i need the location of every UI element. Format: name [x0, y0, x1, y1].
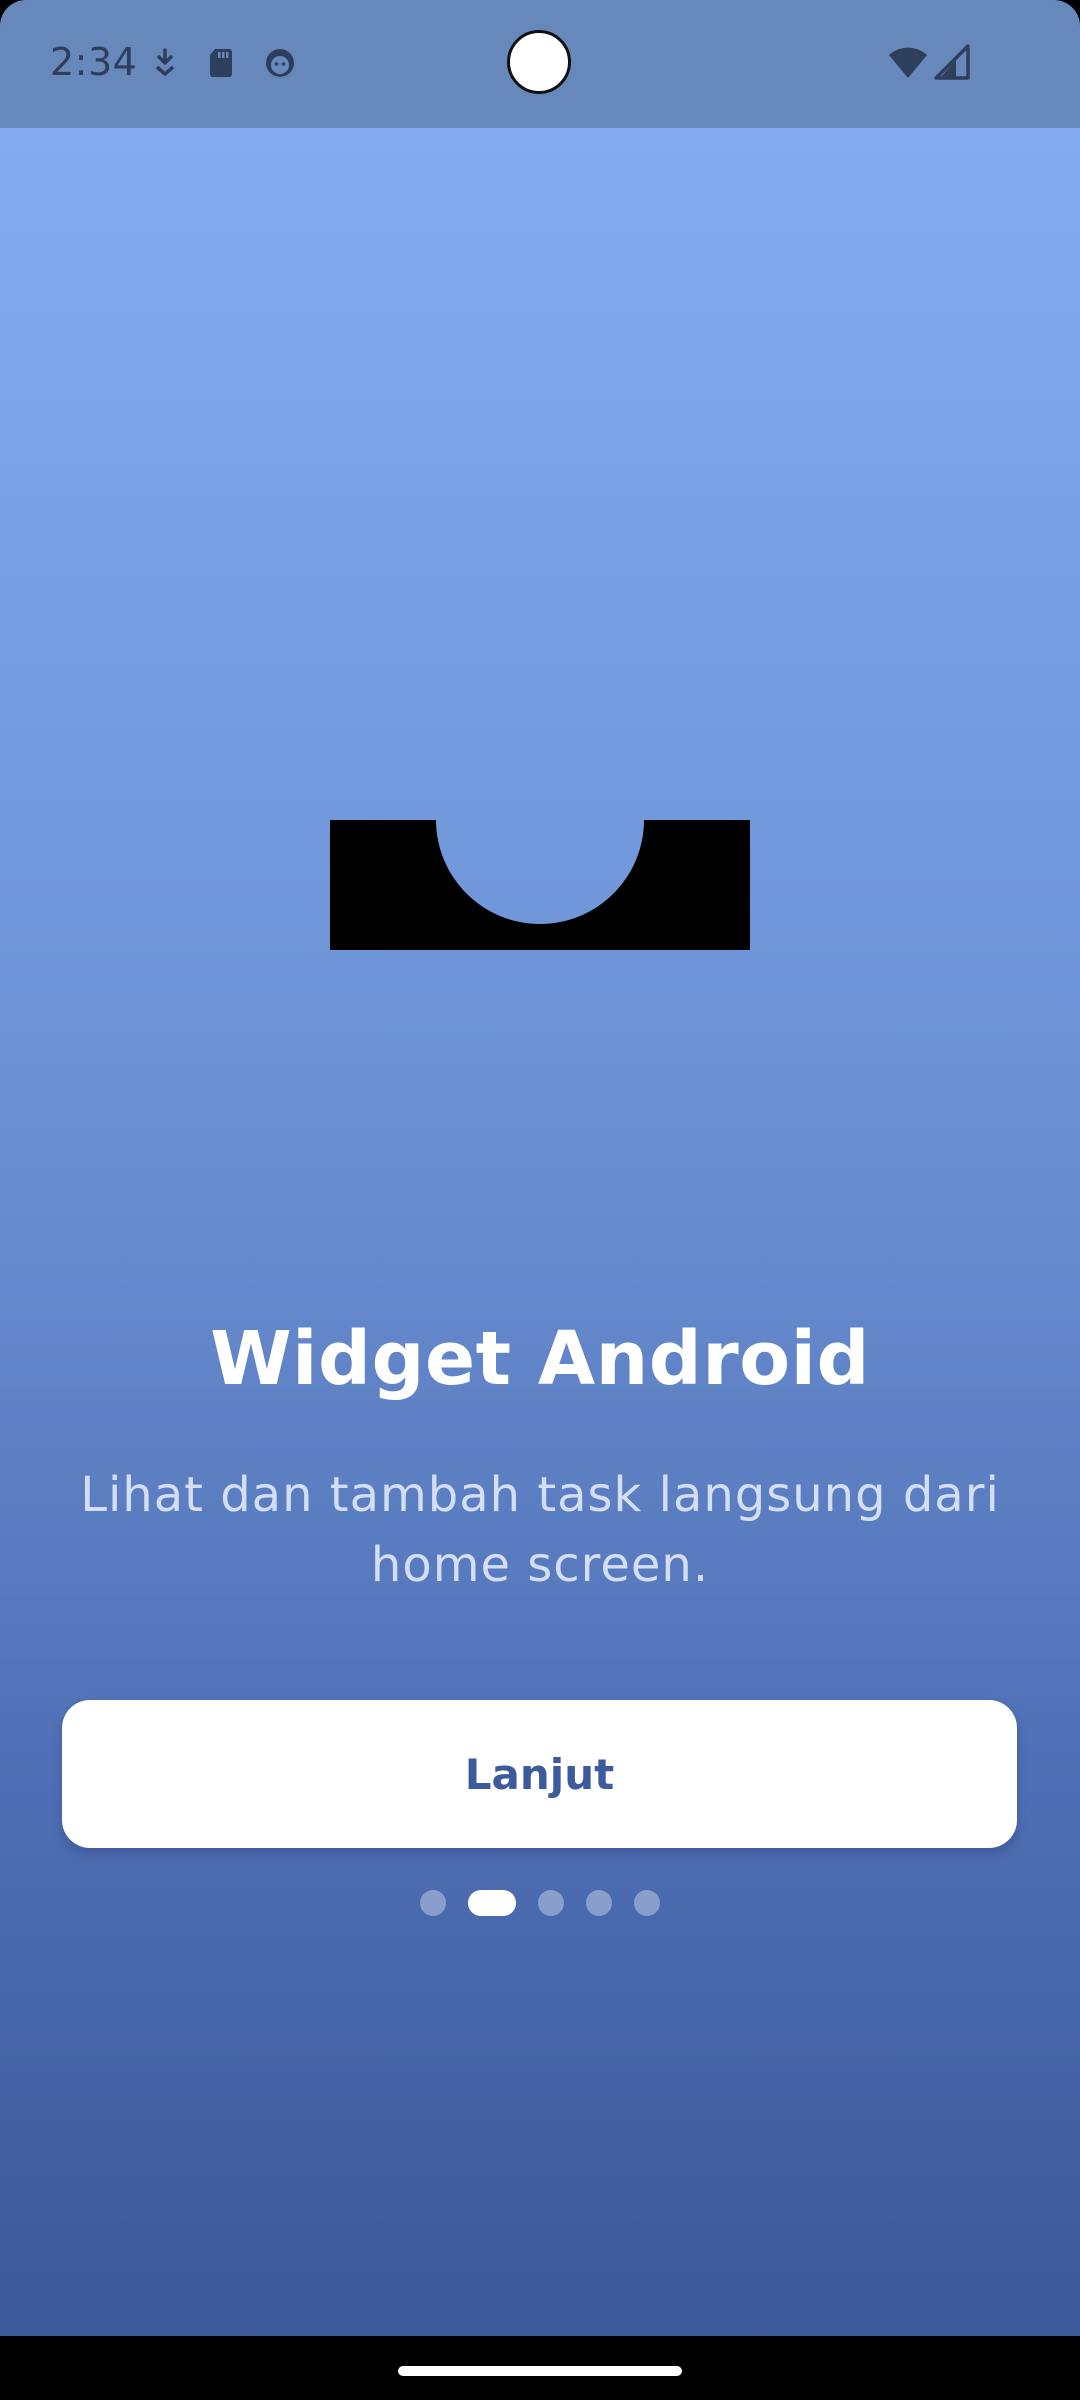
page-dot-4[interactable]	[586, 1890, 612, 1916]
page-dot-1[interactable]	[420, 1890, 446, 1916]
page-dot-2-active[interactable]	[468, 1890, 516, 1916]
page-dot-5[interactable]	[634, 1890, 660, 1916]
next-button-label: Lanjut	[464, 1749, 615, 1799]
page-dot-3[interactable]	[538, 1890, 564, 1916]
sd-card-icon	[210, 49, 232, 77]
next-button[interactable]: Lanjut	[62, 1700, 1017, 1848]
camera-cutout	[507, 30, 571, 94]
onboarding-description: Lihat dan tambah task langsung dari home…	[80, 1467, 1000, 1593]
download-icon	[155, 48, 175, 76]
wifi-icon	[889, 47, 927, 78]
home-gesture-handle[interactable]	[398, 2366, 682, 2376]
navigation-bar	[0, 2336, 1080, 2400]
status-bar: 2:34	[0, 0, 1080, 128]
onboarding-title: Widget Android	[210, 1316, 870, 1402]
phone-screen: 2:34 Widget Android Lihat dan tambah tas…	[0, 0, 1080, 2400]
status-time: 2:34	[50, 40, 138, 84]
widget-illustration	[330, 820, 750, 950]
cellular-signal-icon	[934, 44, 970, 80]
face-icon	[266, 49, 294, 77]
onboarding-screen: Widget Android Lihat dan tambah task lan…	[0, 128, 1080, 2336]
page-indicator	[0, 1890, 1080, 1916]
